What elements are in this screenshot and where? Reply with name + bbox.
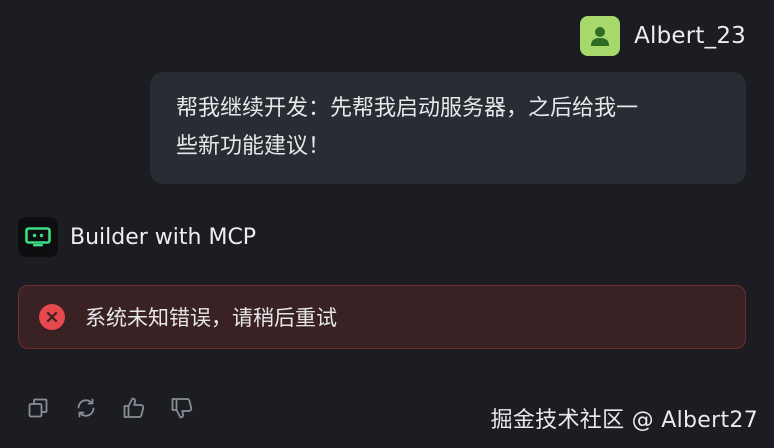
user-header: Albert_23: [580, 16, 746, 56]
like-button[interactable]: [122, 396, 146, 420]
user-message-line: 帮我继续开发：先帮我启动服务器，之后给我一: [176, 96, 639, 121]
user-message-line: 些新功能建议！: [176, 134, 331, 159]
bot-avatar: [18, 217, 58, 257]
bot-icon: [25, 227, 51, 247]
user-name: Albert_23: [634, 23, 746, 49]
copy-icon: [28, 398, 48, 418]
thumbs-down-icon: [171, 398, 193, 419]
bot-header: Builder with MCP: [18, 217, 256, 257]
error-message: 系统未知错误，请稍后重试: [85, 306, 337, 330]
user-avatar: [580, 16, 621, 56]
message-actions: [26, 396, 194, 420]
regenerate-icon: [77, 398, 95, 418]
user-message-bubble: 帮我继续开发：先帮我启动服务器，之后给我一 些新功能建议！: [150, 72, 746, 184]
watermark: 掘金技术社区 @ Albert27: [490, 408, 758, 433]
regenerate-button[interactable]: [74, 396, 98, 420]
thumbs-up-icon: [123, 397, 145, 418]
error-circle-icon: [39, 304, 65, 330]
error-alert: 系统未知错误，请稍后重试: [18, 285, 746, 349]
user-icon: [591, 27, 610, 46]
dislike-button[interactable]: [170, 396, 194, 420]
bot-name: Builder with MCP: [70, 224, 257, 250]
copy-button[interactable]: [26, 396, 50, 420]
